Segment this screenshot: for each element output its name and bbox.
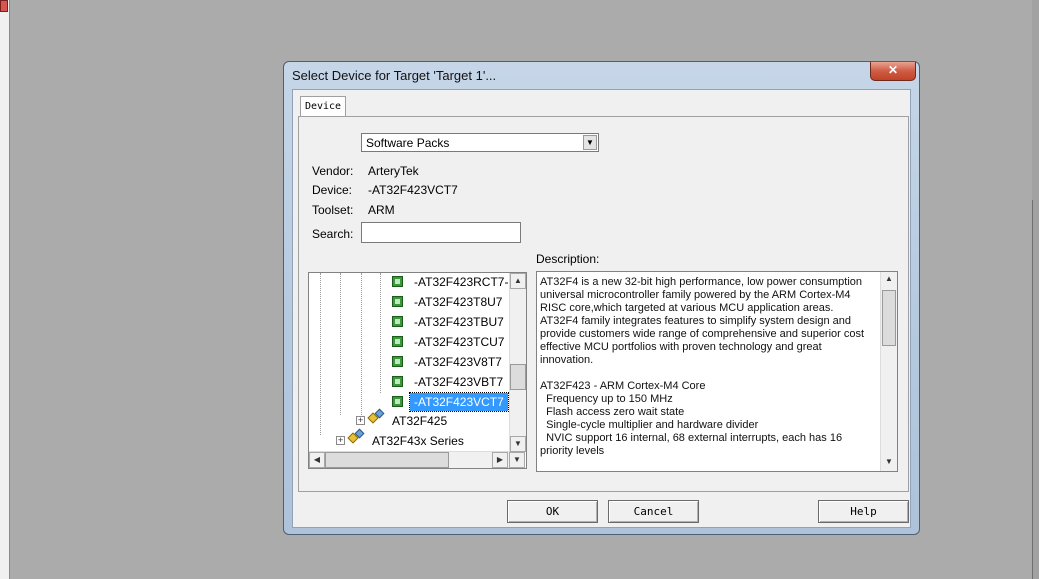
tree-vertical-scrollbar[interactable]: ▲ ▼	[509, 273, 526, 452]
tab-device[interactable]: Device	[300, 96, 346, 117]
cancel-button[interactable]: Cancel	[608, 500, 699, 523]
scroll-down-icon[interactable]: ▼	[510, 436, 526, 452]
toolset-value: ARM	[368, 203, 395, 217]
device-family-icon	[367, 408, 385, 424]
chip-icon	[392, 316, 403, 327]
device-tree: -AT32F423RCT7-7 -AT32F423T8U7 -AT32F423T…	[308, 272, 527, 469]
close-button[interactable]: ✕	[870, 62, 916, 81]
description-vertical-scrollbar[interactable]: ▲ ▼	[880, 272, 897, 471]
dialog-title: Select Device for Target 'Target 1'...	[292, 68, 497, 83]
toolset-label: Toolset:	[312, 203, 354, 217]
scroll-up-icon[interactable]: ▲	[881, 272, 897, 288]
background-window-edge	[0, 0, 10, 579]
device-value: -AT32F423VCT7	[368, 183, 458, 197]
chip-icon	[392, 376, 403, 387]
chip-icon	[392, 396, 403, 407]
scroll-down-icon[interactable]: ▼	[509, 452, 525, 468]
pack-selector-value: Software Packs	[366, 136, 450, 150]
pack-selector-dropdown[interactable]: Software Packs ▼	[361, 133, 599, 152]
chip-icon	[392, 296, 403, 307]
tree-family-item[interactable]: AT32F425	[392, 414, 447, 428]
tree-family-item[interactable]: AT32F43x Series	[372, 434, 464, 448]
device-tab-panel: Software Packs ▼ Vendor: ArteryTek Devic…	[298, 116, 909, 492]
scroll-up-icon[interactable]: ▲	[510, 273, 526, 289]
chip-icon	[392, 356, 403, 367]
device-family-icon	[347, 428, 365, 444]
scroll-left-icon[interactable]: ◀	[309, 452, 325, 468]
scroll-thumb[interactable]	[325, 452, 449, 468]
scroll-right-icon[interactable]: ▶	[492, 452, 508, 468]
dialog-client-area: Device Software Packs ▼ Vendor: ArteryTe…	[292, 89, 911, 528]
description-box: AT32F4 is a new 32-bit high performance,…	[536, 271, 898, 472]
scroll-thumb[interactable]	[510, 364, 526, 390]
scroll-thumb[interactable]	[882, 290, 896, 346]
description-label: Description:	[536, 252, 600, 266]
chip-icon	[392, 276, 403, 287]
expand-icon[interactable]: +	[336, 436, 345, 445]
chip-icon	[392, 336, 403, 347]
tree-horizontal-scrollbar[interactable]: ◀ ▶	[309, 451, 509, 468]
chevron-down-icon[interactable]: ▼	[583, 135, 597, 150]
help-button[interactable]: Help	[818, 500, 909, 523]
device-label: Device:	[312, 183, 353, 197]
vendor-label: Vendor:	[312, 164, 354, 178]
background-scrollbar	[1032, 0, 1039, 579]
background-app-icon	[0, 0, 8, 12]
description-text: AT32F4 is a new 32-bit high performance,…	[540, 276, 865, 457]
scroll-down-icon[interactable]: ▼	[881, 455, 897, 471]
search-input[interactable]	[361, 222, 521, 243]
search-label: Search:	[312, 227, 354, 241]
select-device-dialog: Select Device for Target 'Target 1'... ✕…	[283, 61, 920, 535]
ok-button[interactable]: OK	[507, 500, 598, 523]
close-icon: ✕	[887, 63, 899, 77]
expand-icon[interactable]: +	[356, 416, 365, 425]
vendor-value: ArteryTek	[368, 164, 419, 178]
